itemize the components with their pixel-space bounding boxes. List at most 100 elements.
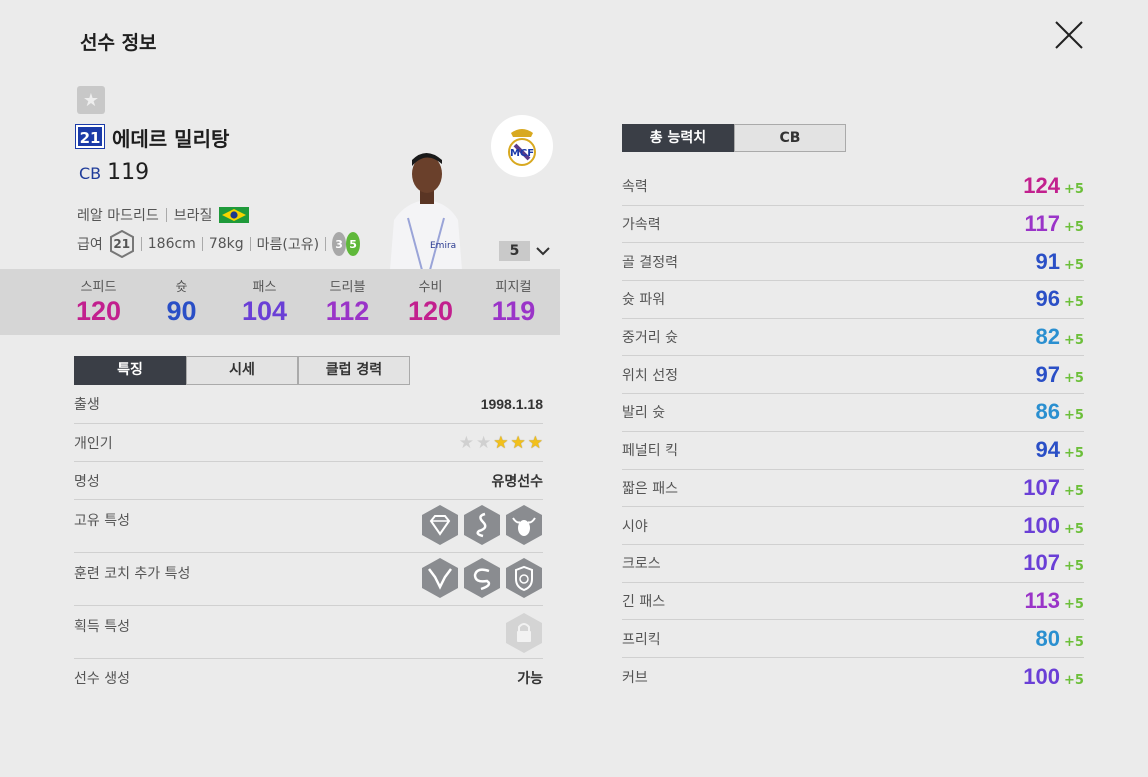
divider <box>325 237 327 251</box>
attribute-row: 발리 슛 86 +5 <box>622 394 1084 432</box>
player-portrait-image: Emira <box>390 153 462 270</box>
attribute-value: 96 <box>1035 286 1060 312</box>
weak-foot-icon: 3 <box>332 232 347 256</box>
salary-value: 21 <box>113 237 131 251</box>
attribute-bonus: +5 <box>1064 446 1084 462</box>
attribute-label: 크로스 <box>622 556 661 573</box>
attribute-row: 골 결정력 91 +5 <box>622 243 1084 282</box>
bull-trait-icon[interactable] <box>505 504 543 546</box>
club-name: 레알 마드리드 <box>77 208 159 224</box>
coach-traits-label: 훈련 코치 추가 특성 <box>74 566 191 582</box>
birth-label: 출생 <box>74 396 100 413</box>
fame-row: 명성 유명선수 <box>74 462 543 500</box>
tab-market-price[interactable]: 시세 <box>186 356 298 385</box>
upgrade-level-badge: 5 <box>499 241 530 261</box>
close-icon[interactable] <box>1052 18 1086 52</box>
attribute-bonus: +5 <box>1064 257 1084 273</box>
divider <box>201 237 203 251</box>
star-filled-icon: ★ <box>527 432 543 453</box>
attribute-row: 프리킥 80 +5 <box>622 620 1084 658</box>
summary-stats-bar: 스피드 120 슛 90 패스 104 드리블 112 수비 120 피지컬 119 <box>0 269 560 335</box>
salary-badge: 21 <box>109 230 135 258</box>
summary-stat-value: 120 <box>75 296 122 326</box>
attribute-value-group: 86 +5 <box>1036 399 1084 425</box>
svg-text:Emira: Emira <box>430 241 456 251</box>
summary-stat: 피지컬 119 <box>472 269 555 335</box>
star-empty-icon: ★ <box>458 432 474 453</box>
attribute-label: 발리 슛 <box>622 405 666 422</box>
summary-stat-label: 피지컬 <box>495 280 532 295</box>
attribute-label: 페널티 킥 <box>622 443 678 460</box>
attribute-value-group: 113 +5 <box>1025 588 1085 614</box>
salary-label: 급여 <box>77 237 103 253</box>
attribute-bonus: +5 <box>1064 559 1084 575</box>
position-overall: CB 119 <box>79 160 149 185</box>
player-info-line: 급여 21 186cm 78kg 마름(고유) 3 5 <box>77 230 361 258</box>
player-name: 에데르 밀리탕 <box>112 127 230 151</box>
attribute-label: 속력 <box>622 179 648 196</box>
shield-stopwatch-trait-icon[interactable] <box>505 557 543 599</box>
summary-stat-value: 104 <box>241 296 288 326</box>
nation-name: 브라질 <box>173 208 213 224</box>
brazil-flag-icon <box>219 207 250 223</box>
summary-stat: 드리블 112 <box>306 269 389 335</box>
attribute-label: 골 결정력 <box>622 254 678 271</box>
attribute-label: 프리킥 <box>622 631 661 648</box>
summary-stat-label: 드리블 <box>329 280 366 295</box>
snake-trait-icon[interactable] <box>463 504 501 546</box>
attribute-value-group: 82 +5 <box>1036 324 1084 350</box>
tab-position-cb[interactable]: CB <box>734 124 846 152</box>
attribute-bonus: +5 <box>1064 220 1084 236</box>
height-value: 186cm <box>147 236 196 252</box>
summary-stat-label: 패스 <box>252 280 277 295</box>
attribute-row: 속력 124 +5 <box>622 168 1084 206</box>
summary-stat: 슛 90 <box>140 269 223 335</box>
attribute-value-group: 100 +5 <box>1023 664 1084 690</box>
attribute-list: 속력 124 +5 가속력 117 +5 골 결정력 91 +5 슛 파워 96 +5 중거리 슛 82 +… <box>622 168 1084 696</box>
bull-head-trait-icon[interactable] <box>421 557 459 599</box>
position-label: CB <box>79 164 102 183</box>
attribute-row: 위치 선정 97 +5 <box>622 356 1084 395</box>
attribute-value: 94 <box>1035 437 1060 463</box>
summary-stat-value: 119 <box>491 296 536 326</box>
attribute-value: 124 <box>1023 173 1060 199</box>
upgrade-level-selector[interactable]: 5 <box>499 241 550 261</box>
club-nation-line: 레알 마드리드 브라질 <box>77 205 250 225</box>
tab-total-attributes[interactable]: 총 능력치 <box>622 124 734 152</box>
feature-tabs: 특징 시세 클럽 경력 <box>74 356 410 385</box>
attribute-value: 91 <box>1035 248 1060 274</box>
attribute-row: 시야 100 +5 <box>622 507 1084 545</box>
favorite-star-button[interactable]: ★ <box>77 86 105 114</box>
creation-label: 선수 생성 <box>74 671 130 687</box>
cobra-trait-icon[interactable] <box>463 557 501 599</box>
attribute-bonus: +5 <box>1064 182 1084 198</box>
star-empty-icon: ★ <box>476 432 492 453</box>
acquired-traits-row: 획득 특성 <box>74 606 543 659</box>
attribute-value: 113 <box>1024 587 1061 613</box>
tab-club-career[interactable]: 클럽 경력 <box>298 356 410 385</box>
summary-stat: 패스 104 <box>223 269 306 335</box>
attribute-row: 긴 패스 113 +5 <box>622 583 1084 621</box>
attribute-bonus: +5 <box>1064 596 1084 612</box>
divider <box>140 237 142 251</box>
divider <box>165 208 167 222</box>
unique-traits-icons <box>421 504 543 552</box>
attribute-row: 슛 파워 96 +5 <box>622 281 1084 319</box>
star-icon: ★ <box>82 89 100 111</box>
attribute-value-group: 91 +5 <box>1036 249 1084 275</box>
attribute-value: 107 <box>1023 474 1060 500</box>
creation-row: 선수 생성 가능 <box>74 659 543 697</box>
attribute-row: 커브 100 +5 <box>622 658 1084 696</box>
summary-stat-label: 슛 <box>175 280 188 295</box>
attribute-label: 슛 파워 <box>622 292 666 309</box>
chevron-down-icon <box>536 247 550 256</box>
attribute-value: 100 <box>1023 663 1060 689</box>
tab-traits[interactable]: 특징 <box>74 356 186 385</box>
attribute-label: 긴 패스 <box>622 593 666 610</box>
summary-stat-value: 90 <box>166 296 197 326</box>
attribute-row: 짧은 패스 107 +5 <box>622 470 1084 508</box>
coach-traits-icons <box>421 557 543 605</box>
diamond-trait-icon[interactable] <box>421 504 459 546</box>
strong-foot-icon: 5 <box>346 232 361 256</box>
fame-value: 유명선수 <box>491 472 543 489</box>
